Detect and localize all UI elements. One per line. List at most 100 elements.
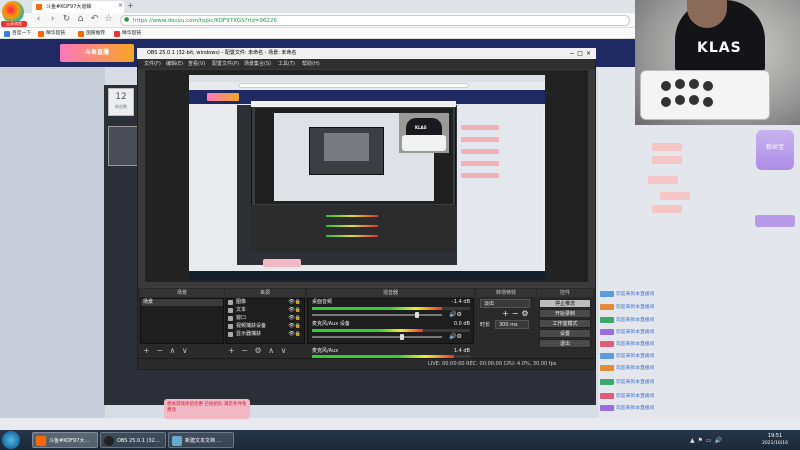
- tag-badge: [652, 205, 682, 213]
- volume-slider-knob[interactable]: [400, 334, 405, 340]
- menu-tools[interactable]: 工具(T): [278, 60, 295, 68]
- arcade-stick: [640, 70, 770, 120]
- douyu-logo[interactable]: 斗鱼直播: [60, 44, 134, 62]
- menu-profile[interactable]: 配置文件(P): [212, 60, 239, 68]
- mixer-track-db: -1.4 dB: [452, 299, 470, 305]
- nested-chat-panel: [457, 105, 543, 275]
- volume-slider[interactable]: [312, 312, 442, 318]
- refresh-icon[interactable]: ↻: [62, 15, 71, 24]
- menu-file[interactable]: 文件(F): [144, 60, 161, 68]
- mixer-track-label: 麦克风/Aux: [312, 348, 339, 354]
- close-tab-icon[interactable]: ×: [118, 3, 124, 9]
- source-item[interactable]: 显示器捕获 👁🔒: [226, 331, 303, 338]
- chat-message: 欢迎来到本直播间: [600, 364, 654, 373]
- fan-badge[interactable]: 粉丝宝: [756, 130, 794, 170]
- chat-message: 欢迎来到本直播间: [600, 404, 654, 413]
- scene-tools[interactable]: + − ∧ ∨: [143, 346, 190, 356]
- mute-settings-icons[interactable]: 🔊⚙: [449, 333, 462, 340]
- chat-message: 欢迎来到本直播间: [600, 303, 654, 312]
- visibility-icon[interactable]: 👁🔒: [288, 331, 301, 338]
- star-icon[interactable]: ☆: [104, 15, 113, 24]
- nested-chat-tag: [461, 173, 499, 178]
- visibility-icon[interactable]: 👁🔒: [288, 307, 301, 314]
- source-item[interactable]: 视频捕获设备 👁🔒: [226, 323, 303, 330]
- bookmark-icon: [78, 31, 84, 37]
- obs-title[interactable]: OBS 25.0.1 (32-bit, windows) - 配置文件: 未命名…: [137, 48, 596, 59]
- stop-streaming-button[interactable]: 停止推流: [539, 299, 591, 308]
- shirt-text: KLAS: [697, 40, 742, 56]
- nested-inner-preview: [324, 133, 369, 161]
- undo-icon[interactable]: ↶: [90, 15, 99, 24]
- volume-meter-fill: [312, 355, 455, 358]
- arcade-button: [661, 97, 671, 107]
- mute-settings-icons[interactable]: 🔊⚙: [449, 311, 462, 318]
- camera-icon: [228, 324, 233, 329]
- address-bar[interactable]: https://www.douyu.com/topic/KOF97XGS?rid…: [120, 15, 630, 26]
- transition-select[interactable]: 淡出: [480, 299, 530, 308]
- volume-slider[interactable]: [312, 334, 442, 340]
- browser-logo-icon[interactable]: [2, 1, 24, 23]
- chat-badge: [600, 364, 614, 371]
- browser-icon: [36, 436, 46, 446]
- system-tray-icons[interactable]: ▲⚑▭🔊: [690, 436, 750, 446]
- streamer-thumbnail[interactable]: [108, 126, 138, 166]
- nested-taskbar: [189, 271, 545, 280]
- visibility-icon[interactable]: 👁🔒: [288, 315, 301, 322]
- menu-scene-collection[interactable]: 场景集合(S): [244, 60, 271, 68]
- taskbar-item-obs[interactable]: OBS 25.0.1 (32...: [100, 432, 166, 448]
- gift-banner[interactable]: [755, 215, 795, 227]
- nested-meter: [326, 235, 378, 237]
- chat-message: 欢迎来到本直播间: [600, 392, 654, 401]
- home-icon[interactable]: ⌂: [76, 15, 85, 24]
- source-item[interactable]: 窗口 👁🔒: [226, 315, 303, 322]
- source-item[interactable]: 文本 👁🔒: [226, 307, 303, 314]
- bookmark-item[interactable]: 精华超链: [38, 30, 65, 38]
- duration-input[interactable]: 300 ms: [495, 320, 529, 329]
- settings-button[interactable]: 设置: [539, 329, 591, 338]
- taskbar-item-browser[interactable]: 斗鱼#KOF97大...: [32, 432, 98, 448]
- browser-active-tab[interactable]: 斗鱼#KOF97大道鳞: [32, 1, 124, 13]
- forward-icon[interactable]: ›: [48, 15, 57, 24]
- notepad-icon: [172, 436, 182, 446]
- status-text: LIVE: 00:00:00 REC: 00:00:00 CPU: 4.0%, …: [428, 361, 557, 367]
- arcade-button: [689, 79, 699, 89]
- room-subtitle: 粉丝数: [115, 104, 127, 109]
- bookmark-item[interactable]: 国服推荐: [78, 30, 105, 38]
- taskbar-item-notepad[interactable]: 新建文本文档 ...: [168, 432, 234, 448]
- visibility-icon[interactable]: 👁🔒: [288, 299, 301, 306]
- exit-button[interactable]: 退出: [539, 339, 591, 348]
- transition-add-remove[interactable]: +−⚙: [502, 309, 538, 319]
- bookmark-icon: [114, 31, 120, 37]
- menu-help[interactable]: 帮助(H): [302, 60, 320, 68]
- tab-title: 斗鱼#KOF97大道鳞: [46, 4, 92, 10]
- room-number: 12: [115, 92, 127, 102]
- new-tab-icon[interactable]: +: [127, 2, 135, 10]
- chat-badge: [600, 328, 614, 335]
- nested-address-bar: [239, 83, 469, 88]
- nested-chat-tag: [461, 161, 499, 166]
- mixer-track-db: 1.4 dB: [453, 348, 470, 354]
- page-bottom-strip: [0, 418, 800, 430]
- start-recording-button[interactable]: 开始录制: [539, 309, 591, 318]
- chat-badge: [600, 378, 614, 385]
- clock-date[interactable]: 2021/10/16: [755, 440, 795, 448]
- menu-view[interactable]: 查看(V): [188, 60, 205, 68]
- chat-badge: [600, 340, 614, 347]
- source-tools[interactable]: + − ⚙ ∧ ∨: [228, 346, 288, 356]
- scene-item[interactable]: 场景: [141, 299, 223, 306]
- volume-slider-knob[interactable]: [415, 312, 420, 318]
- menu-edit[interactable]: 编辑(E): [166, 60, 183, 68]
- start-button-icon[interactable]: [2, 431, 20, 449]
- back-icon[interactable]: ‹: [34, 15, 43, 24]
- clock-time[interactable]: 19:51: [755, 432, 795, 440]
- window-controls[interactable]: −□×: [560, 49, 594, 58]
- arcade-button: [703, 81, 713, 91]
- bookmark-item[interactable]: 精华超链: [114, 30, 141, 38]
- bookmark-item[interactable]: 百度一下: [4, 30, 31, 38]
- visibility-icon[interactable]: 👁🔒: [288, 323, 301, 330]
- text-icon: [228, 308, 233, 313]
- bookmark-icon: [38, 31, 44, 37]
- studio-mode-button[interactable]: 工作室模式: [539, 319, 591, 328]
- promo-banner[interactable]: 相关游戏体验优惠 已经组队 满足条件免费领: [164, 399, 250, 419]
- source-item[interactable]: 图像 👁🔒: [226, 299, 303, 306]
